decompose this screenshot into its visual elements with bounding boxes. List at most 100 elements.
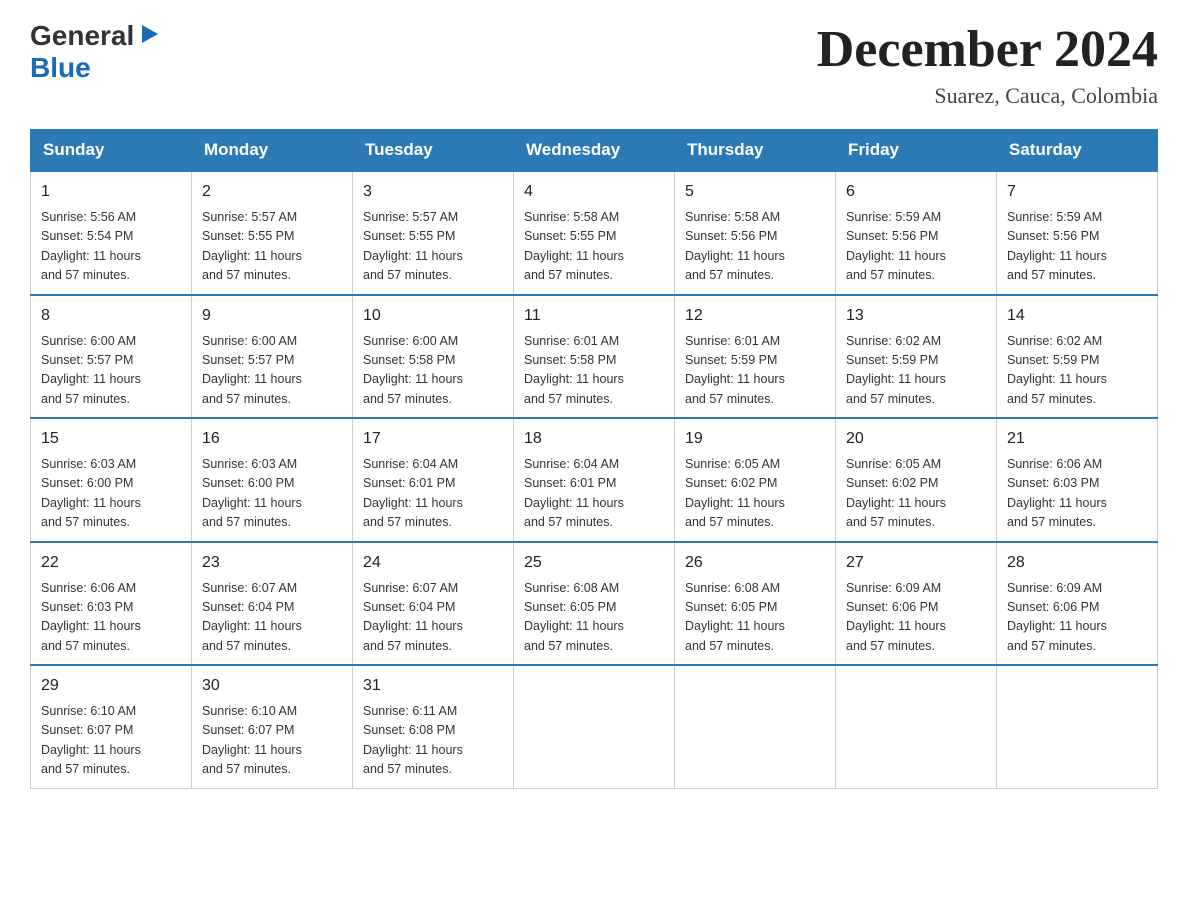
day-info: Sunrise: 6:04 AM Sunset: 6:01 PM Dayligh… xyxy=(363,455,503,533)
page-header: General Blue December 2024 Suarez, Cauca… xyxy=(30,20,1158,109)
table-row: 23 Sunrise: 6:07 AM Sunset: 6:04 PM Dayl… xyxy=(192,542,353,666)
col-sunday: Sunday xyxy=(31,130,192,172)
day-info: Sunrise: 6:00 AM Sunset: 5:57 PM Dayligh… xyxy=(41,332,181,410)
col-wednesday: Wednesday xyxy=(514,130,675,172)
calendar-week-row: 22 Sunrise: 6:06 AM Sunset: 6:03 PM Dayl… xyxy=(31,542,1158,666)
table-row: 27 Sunrise: 6:09 AM Sunset: 6:06 PM Dayl… xyxy=(836,542,997,666)
table-row: 22 Sunrise: 6:06 AM Sunset: 6:03 PM Dayl… xyxy=(31,542,192,666)
day-info: Sunrise: 6:05 AM Sunset: 6:02 PM Dayligh… xyxy=(846,455,986,533)
calendar-table: Sunday Monday Tuesday Wednesday Thursday… xyxy=(30,129,1158,789)
day-number: 5 xyxy=(685,180,825,204)
day-info: Sunrise: 6:09 AM Sunset: 6:06 PM Dayligh… xyxy=(846,579,986,657)
col-tuesday: Tuesday xyxy=(353,130,514,172)
table-row: 11 Sunrise: 6:01 AM Sunset: 5:58 PM Dayl… xyxy=(514,295,675,419)
title-block: December 2024 Suarez, Cauca, Colombia xyxy=(817,20,1158,109)
table-row: 15 Sunrise: 6:03 AM Sunset: 6:00 PM Dayl… xyxy=(31,418,192,542)
day-info: Sunrise: 6:07 AM Sunset: 6:04 PM Dayligh… xyxy=(202,579,342,657)
day-info: Sunrise: 6:08 AM Sunset: 6:05 PM Dayligh… xyxy=(524,579,664,657)
day-info: Sunrise: 6:00 AM Sunset: 5:57 PM Dayligh… xyxy=(202,332,342,410)
day-info: Sunrise: 6:07 AM Sunset: 6:04 PM Dayligh… xyxy=(363,579,503,657)
day-info: Sunrise: 6:08 AM Sunset: 6:05 PM Dayligh… xyxy=(685,579,825,657)
location-subtitle: Suarez, Cauca, Colombia xyxy=(817,83,1158,109)
day-number: 12 xyxy=(685,304,825,328)
table-row: 6 Sunrise: 5:59 AM Sunset: 5:56 PM Dayli… xyxy=(836,171,997,295)
table-row: 19 Sunrise: 6:05 AM Sunset: 6:02 PM Dayl… xyxy=(675,418,836,542)
day-number: 26 xyxy=(685,551,825,575)
day-info: Sunrise: 5:59 AM Sunset: 5:56 PM Dayligh… xyxy=(846,208,986,286)
day-number: 30 xyxy=(202,674,342,698)
table-row: 4 Sunrise: 5:58 AM Sunset: 5:55 PM Dayli… xyxy=(514,171,675,295)
day-info: Sunrise: 6:03 AM Sunset: 6:00 PM Dayligh… xyxy=(202,455,342,533)
table-row: 13 Sunrise: 6:02 AM Sunset: 5:59 PM Dayl… xyxy=(836,295,997,419)
day-number: 8 xyxy=(41,304,181,328)
col-saturday: Saturday xyxy=(997,130,1158,172)
day-number: 6 xyxy=(846,180,986,204)
day-info: Sunrise: 6:10 AM Sunset: 6:07 PM Dayligh… xyxy=(41,702,181,780)
day-info: Sunrise: 6:01 AM Sunset: 5:59 PM Dayligh… xyxy=(685,332,825,410)
day-number: 14 xyxy=(1007,304,1147,328)
day-number: 28 xyxy=(1007,551,1147,575)
day-number: 15 xyxy=(41,427,181,451)
day-info: Sunrise: 5:56 AM Sunset: 5:54 PM Dayligh… xyxy=(41,208,181,286)
table-row: 9 Sunrise: 6:00 AM Sunset: 5:57 PM Dayli… xyxy=(192,295,353,419)
day-info: Sunrise: 6:10 AM Sunset: 6:07 PM Dayligh… xyxy=(202,702,342,780)
day-info: Sunrise: 5:57 AM Sunset: 5:55 PM Dayligh… xyxy=(363,208,503,286)
day-number: 2 xyxy=(202,180,342,204)
table-row: 5 Sunrise: 5:58 AM Sunset: 5:56 PM Dayli… xyxy=(675,171,836,295)
day-info: Sunrise: 5:59 AM Sunset: 5:56 PM Dayligh… xyxy=(1007,208,1147,286)
day-number: 16 xyxy=(202,427,342,451)
day-info: Sunrise: 6:02 AM Sunset: 5:59 PM Dayligh… xyxy=(1007,332,1147,410)
calendar-week-row: 1 Sunrise: 5:56 AM Sunset: 5:54 PM Dayli… xyxy=(31,171,1158,295)
day-number: 22 xyxy=(41,551,181,575)
table-row: 3 Sunrise: 5:57 AM Sunset: 5:55 PM Dayli… xyxy=(353,171,514,295)
day-number: 11 xyxy=(524,304,664,328)
day-info: Sunrise: 6:11 AM Sunset: 6:08 PM Dayligh… xyxy=(363,702,503,780)
day-number: 27 xyxy=(846,551,986,575)
table-row xyxy=(836,665,997,788)
day-number: 4 xyxy=(524,180,664,204)
day-info: Sunrise: 6:00 AM Sunset: 5:58 PM Dayligh… xyxy=(363,332,503,410)
calendar-week-row: 8 Sunrise: 6:00 AM Sunset: 5:57 PM Dayli… xyxy=(31,295,1158,419)
col-thursday: Thursday xyxy=(675,130,836,172)
calendar-week-row: 29 Sunrise: 6:10 AM Sunset: 6:07 PM Dayl… xyxy=(31,665,1158,788)
day-number: 1 xyxy=(41,180,181,204)
day-number: 25 xyxy=(524,551,664,575)
day-info: Sunrise: 6:04 AM Sunset: 6:01 PM Dayligh… xyxy=(524,455,664,533)
table-row: 26 Sunrise: 6:08 AM Sunset: 6:05 PM Dayl… xyxy=(675,542,836,666)
table-row xyxy=(997,665,1158,788)
table-row: 31 Sunrise: 6:11 AM Sunset: 6:08 PM Dayl… xyxy=(353,665,514,788)
day-number: 13 xyxy=(846,304,986,328)
table-row: 10 Sunrise: 6:00 AM Sunset: 5:58 PM Dayl… xyxy=(353,295,514,419)
logo-general-text: General xyxy=(30,20,134,52)
day-number: 19 xyxy=(685,427,825,451)
col-monday: Monday xyxy=(192,130,353,172)
table-row: 14 Sunrise: 6:02 AM Sunset: 5:59 PM Dayl… xyxy=(997,295,1158,419)
table-row: 8 Sunrise: 6:00 AM Sunset: 5:57 PM Dayli… xyxy=(31,295,192,419)
logo: General Blue xyxy=(30,20,160,84)
table-row: 7 Sunrise: 5:59 AM Sunset: 5:56 PM Dayli… xyxy=(997,171,1158,295)
calendar-header-row: Sunday Monday Tuesday Wednesday Thursday… xyxy=(31,130,1158,172)
day-info: Sunrise: 6:05 AM Sunset: 6:02 PM Dayligh… xyxy=(685,455,825,533)
table-row: 12 Sunrise: 6:01 AM Sunset: 5:59 PM Dayl… xyxy=(675,295,836,419)
day-info: Sunrise: 6:09 AM Sunset: 6:06 PM Dayligh… xyxy=(1007,579,1147,657)
table-row: 25 Sunrise: 6:08 AM Sunset: 6:05 PM Dayl… xyxy=(514,542,675,666)
table-row: 29 Sunrise: 6:10 AM Sunset: 6:07 PM Dayl… xyxy=(31,665,192,788)
day-number: 20 xyxy=(846,427,986,451)
table-row: 30 Sunrise: 6:10 AM Sunset: 6:07 PM Dayl… xyxy=(192,665,353,788)
table-row: 1 Sunrise: 5:56 AM Sunset: 5:54 PM Dayli… xyxy=(31,171,192,295)
table-row: 2 Sunrise: 5:57 AM Sunset: 5:55 PM Dayli… xyxy=(192,171,353,295)
table-row: 21 Sunrise: 6:06 AM Sunset: 6:03 PM Dayl… xyxy=(997,418,1158,542)
month-title: December 2024 xyxy=(817,20,1158,79)
day-info: Sunrise: 6:06 AM Sunset: 6:03 PM Dayligh… xyxy=(1007,455,1147,533)
day-info: Sunrise: 5:58 AM Sunset: 5:56 PM Dayligh… xyxy=(685,208,825,286)
day-number: 31 xyxy=(363,674,503,698)
day-number: 10 xyxy=(363,304,503,328)
table-row: 16 Sunrise: 6:03 AM Sunset: 6:00 PM Dayl… xyxy=(192,418,353,542)
day-number: 18 xyxy=(524,427,664,451)
day-number: 21 xyxy=(1007,427,1147,451)
table-row: 28 Sunrise: 6:09 AM Sunset: 6:06 PM Dayl… xyxy=(997,542,1158,666)
calendar-week-row: 15 Sunrise: 6:03 AM Sunset: 6:00 PM Dayl… xyxy=(31,418,1158,542)
day-info: Sunrise: 6:02 AM Sunset: 5:59 PM Dayligh… xyxy=(846,332,986,410)
table-row: 17 Sunrise: 6:04 AM Sunset: 6:01 PM Dayl… xyxy=(353,418,514,542)
day-number: 17 xyxy=(363,427,503,451)
